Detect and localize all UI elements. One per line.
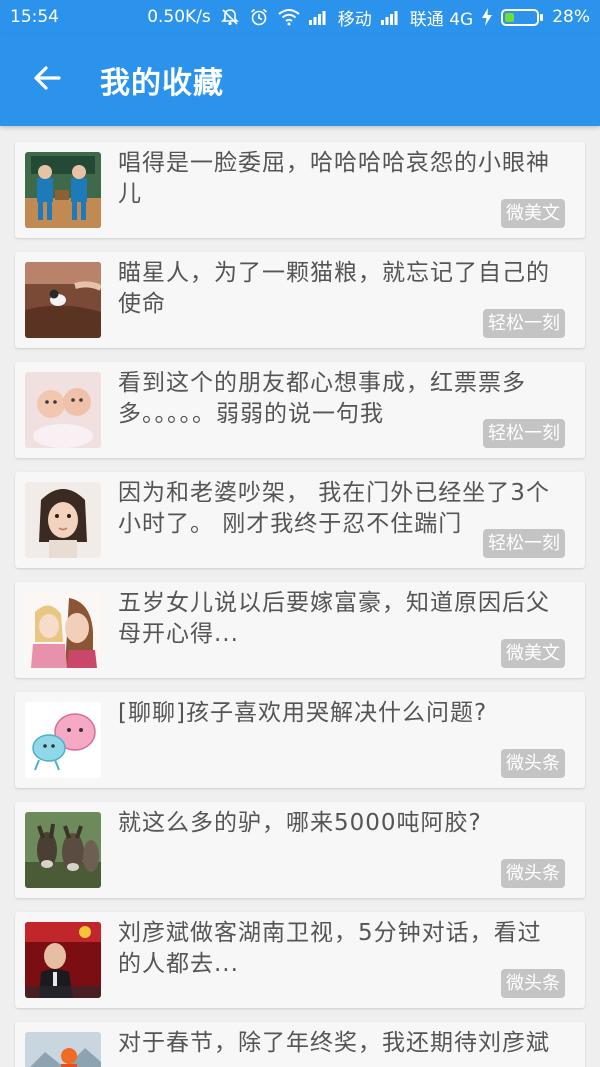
list-item[interactable]: 就这么多的驴，哪来5000吨阿胶? 微头条 [15, 802, 585, 898]
item-title: 五岁女儿说以后要嫁富豪，知道原因后父母开心得... [118, 590, 550, 647]
source-tag: 微头条 [501, 969, 565, 998]
list-item[interactable]: 因为和老婆吵架， 我在门外已经坐了3个小时了。 刚才我终于忍不住踹门 轻松一刻 [15, 472, 585, 568]
signal-icon [308, 9, 329, 25]
battery-icon [501, 8, 544, 26]
source-tag: 轻松一刻 [483, 419, 565, 448]
list-item[interactable]: 对于春节，除了年终奖，我还期待刘彦斌 [15, 1022, 585, 1067]
item-title: 就这么多的驴，哪来5000吨阿胶? [118, 810, 482, 836]
thumbnail-image [25, 702, 101, 778]
source-tag: 轻松一刻 [483, 529, 565, 558]
charging-icon [482, 8, 493, 26]
list-item[interactable]: 瞄星人，为了一颗猫粮，就忘记了自己的使命 轻松一刻 [15, 252, 585, 348]
thumbnail-image [25, 372, 101, 448]
thumbnail-image [25, 592, 101, 668]
thumbnail-image [25, 1032, 101, 1067]
item-title: 唱得是一脸委屈，哈哈哈哈哀怨的小眼神儿 [118, 150, 550, 207]
source-tag: 微美文 [501, 199, 565, 228]
status-bar: 15:54 0.50K/s 移动 联通 4G 28% [0, 0, 600, 34]
thumbnail-image [25, 482, 101, 558]
list-item[interactable]: 看到这个的朋友都心想事成，红票票多多。。。。。弱弱的说一句我 轻松一刻 [15, 362, 585, 458]
source-tag: 微头条 [501, 749, 565, 778]
list-item[interactable]: [聊聊]孩子喜欢用哭解决什么问题? 微头条 [15, 692, 585, 788]
thumbnail-image [25, 152, 101, 228]
alarm-icon [249, 7, 269, 27]
battery-percent: 28% [552, 7, 590, 27]
carrier-unicom: 联通 4G [409, 9, 474, 30]
net-speed: 0.50K/s [147, 7, 211, 27]
mute-icon [220, 7, 240, 27]
item-title: 对于春节，除了年终奖，我还期待刘彦斌 [118, 1030, 550, 1056]
thumbnail-image [25, 922, 101, 998]
signal-icon [380, 9, 401, 25]
thumbnail-image [25, 812, 101, 888]
page-title: 我的收藏 [100, 66, 224, 101]
list-item[interactable]: 唱得是一脸委屈，哈哈哈哈哀怨的小眼神儿 微美文 [15, 142, 585, 238]
item-title: [聊聊]孩子喜欢用哭解决什么问题? [118, 700, 488, 726]
list-item[interactable]: 五岁女儿说以后要嫁富豪，知道原因后父母开心得... 微美文 [15, 582, 585, 678]
arrow-left-icon [32, 63, 62, 97]
item-title: 刘彦斌做客湖南卫视，5分钟对话，看过的人都去... [118, 920, 542, 977]
source-tag: 轻松一刻 [483, 309, 565, 338]
battery-fill [505, 12, 515, 22]
thumbnail-image [25, 262, 101, 338]
source-tag: 微美文 [501, 639, 565, 668]
favorites-list[interactable]: 唱得是一脸委屈，哈哈哈哈哀怨的小眼神儿 微美文 瞄星人，为了一颗猫粮，就忘记了自… [0, 126, 600, 1067]
list-item[interactable]: 刘彦斌做客湖南卫视，5分钟对话，看过的人都去... 微头条 [15, 912, 585, 1008]
wifi-icon [278, 8, 300, 26]
carrier-mobile: 移动 [337, 9, 372, 30]
app-bar: 我的收藏 [0, 34, 600, 126]
back-button[interactable] [0, 34, 94, 126]
source-tag: 微头条 [501, 859, 565, 888]
status-time: 15:54 [10, 7, 59, 27]
